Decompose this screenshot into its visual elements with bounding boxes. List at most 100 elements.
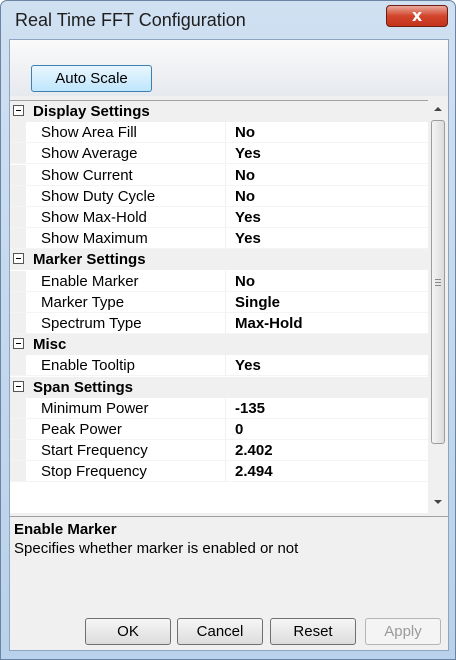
column-divider[interactable]: [225, 398, 226, 418]
reset-button[interactable]: Reset: [270, 618, 356, 645]
help-panel: Enable Marker Specifies whether marker i…: [10, 516, 448, 601]
property-name: Enable Tooltip: [41, 357, 135, 374]
property-value[interactable]: 2.494: [235, 463, 273, 480]
dialog-window: Real Time FFT Configuration x Auto Scale…: [0, 0, 456, 660]
category-label: Marker Settings: [33, 251, 146, 268]
row-gutter: [10, 228, 26, 248]
arrow-down-icon: [434, 500, 442, 504]
column-divider[interactable]: [225, 122, 226, 142]
column-divider[interactable]: [225, 440, 226, 460]
column-divider[interactable]: [225, 271, 226, 291]
category-row[interactable]: Marker Settings: [10, 249, 428, 270]
property-row[interactable]: Show Duty Cycle No: [10, 186, 428, 207]
property-row[interactable]: Spectrum Type Max-Hold: [10, 313, 428, 334]
column-divider[interactable]: [225, 419, 226, 439]
category-row[interactable]: Display Settings: [10, 101, 428, 122]
property-value[interactable]: Yes: [235, 145, 261, 162]
property-value[interactable]: Max-Hold: [235, 315, 303, 332]
collapse-icon[interactable]: [13, 338, 24, 349]
property-row[interactable]: Show Area Fill No: [10, 122, 428, 143]
property-name: Start Frequency: [41, 442, 148, 459]
property-value[interactable]: No: [235, 167, 255, 184]
collapse-icon[interactable]: [13, 105, 24, 116]
row-gutter: [10, 249, 26, 270]
close-button[interactable]: x: [386, 5, 448, 27]
property-name: Show Max-Hold: [41, 209, 147, 226]
grip-line: [435, 285, 441, 286]
row-gutter: [10, 101, 26, 122]
property-value[interactable]: -135: [235, 400, 265, 417]
close-icon: x: [411, 6, 423, 25]
column-divider[interactable]: [225, 313, 226, 333]
row-gutter: [10, 377, 26, 398]
scroll-up-button[interactable]: [428, 100, 448, 118]
property-grid[interactable]: Display Settings Show Area Fill No Show Ave…: [10, 100, 428, 513]
category-row[interactable]: Span Settings: [10, 377, 428, 398]
property-name: Show Average: [41, 145, 138, 162]
title-bar[interactable]: Real Time FFT Configuration x: [1, 1, 455, 39]
row-gutter: [10, 461, 26, 481]
property-name: Show Duty Cycle: [41, 188, 156, 205]
scroll-down-button[interactable]: [428, 494, 448, 512]
column-divider[interactable]: [225, 165, 226, 185]
auto-scale-button[interactable]: Auto Scale: [31, 65, 152, 92]
row-gutter: [10, 440, 26, 460]
collapse-icon[interactable]: [13, 381, 24, 392]
property-row[interactable]: Show Average Yes: [10, 143, 428, 164]
category-label: Misc: [33, 336, 67, 353]
property-row[interactable]: Show Current No: [10, 165, 428, 186]
row-gutter: [10, 207, 26, 227]
category-row[interactable]: Misc: [10, 334, 428, 355]
property-value[interactable]: No: [235, 124, 255, 141]
column-divider[interactable]: [225, 355, 226, 375]
column-divider[interactable]: [225, 186, 226, 206]
property-row[interactable]: Marker Type Single: [10, 292, 428, 313]
row-gutter: [10, 271, 26, 291]
property-row[interactable]: Peak Power 0: [10, 419, 428, 440]
scroll-thumb[interactable]: [431, 120, 445, 444]
column-divider[interactable]: [225, 461, 226, 481]
column-divider[interactable]: [225, 143, 226, 163]
property-value[interactable]: No: [235, 273, 255, 290]
property-name: Peak Power: [41, 421, 122, 438]
property-value[interactable]: Single: [235, 294, 280, 311]
row-gutter: [10, 355, 26, 375]
help-description: Specifies whether marker is enabled or n…: [14, 540, 299, 557]
property-value[interactable]: 0: [235, 421, 243, 438]
cancel-button[interactable]: Cancel: [177, 618, 263, 645]
help-title: Enable Marker: [14, 521, 117, 538]
property-name: Marker Type: [41, 294, 125, 311]
row-gutter: [10, 419, 26, 439]
column-divider[interactable]: [225, 207, 226, 227]
row-gutter: [10, 143, 26, 163]
row-gutter: [10, 398, 26, 418]
grip-line: [435, 282, 441, 283]
property-row[interactable]: Enable Marker No: [10, 271, 428, 292]
property-row[interactable]: Minimum Power -135: [10, 398, 428, 419]
property-row[interactable]: Show Maximum Yes: [10, 228, 428, 249]
dialog-client-area: Auto Scale Display Settings Show Area Fil…: [9, 39, 449, 651]
property-value[interactable]: Yes: [235, 357, 261, 374]
window-title: Real Time FFT Configuration: [15, 10, 246, 30]
property-row[interactable]: Enable Tooltip Yes: [10, 355, 428, 376]
property-name: Stop Frequency: [41, 463, 147, 480]
apply-button[interactable]: Apply: [365, 618, 441, 645]
property-row[interactable]: Stop Frequency 2.494: [10, 461, 428, 482]
property-value[interactable]: Yes: [235, 230, 261, 247]
property-value[interactable]: 2.402: [235, 442, 273, 459]
toolbar: Auto Scale: [10, 40, 448, 96]
ok-button[interactable]: OK: [85, 618, 171, 645]
row-gutter: [10, 313, 26, 333]
row-gutter: [10, 165, 26, 185]
category-label: Span Settings: [33, 379, 134, 396]
category-label: Display Settings: [33, 103, 150, 120]
collapse-icon[interactable]: [13, 253, 24, 264]
property-value[interactable]: No: [235, 188, 255, 205]
vertical-scrollbar[interactable]: [428, 100, 448, 512]
column-divider[interactable]: [225, 292, 226, 312]
row-gutter: [10, 186, 26, 206]
column-divider[interactable]: [225, 228, 226, 248]
property-value[interactable]: Yes: [235, 209, 261, 226]
property-row[interactable]: Show Max-Hold Yes: [10, 207, 428, 228]
property-row[interactable]: Start Frequency 2.402: [10, 440, 428, 461]
